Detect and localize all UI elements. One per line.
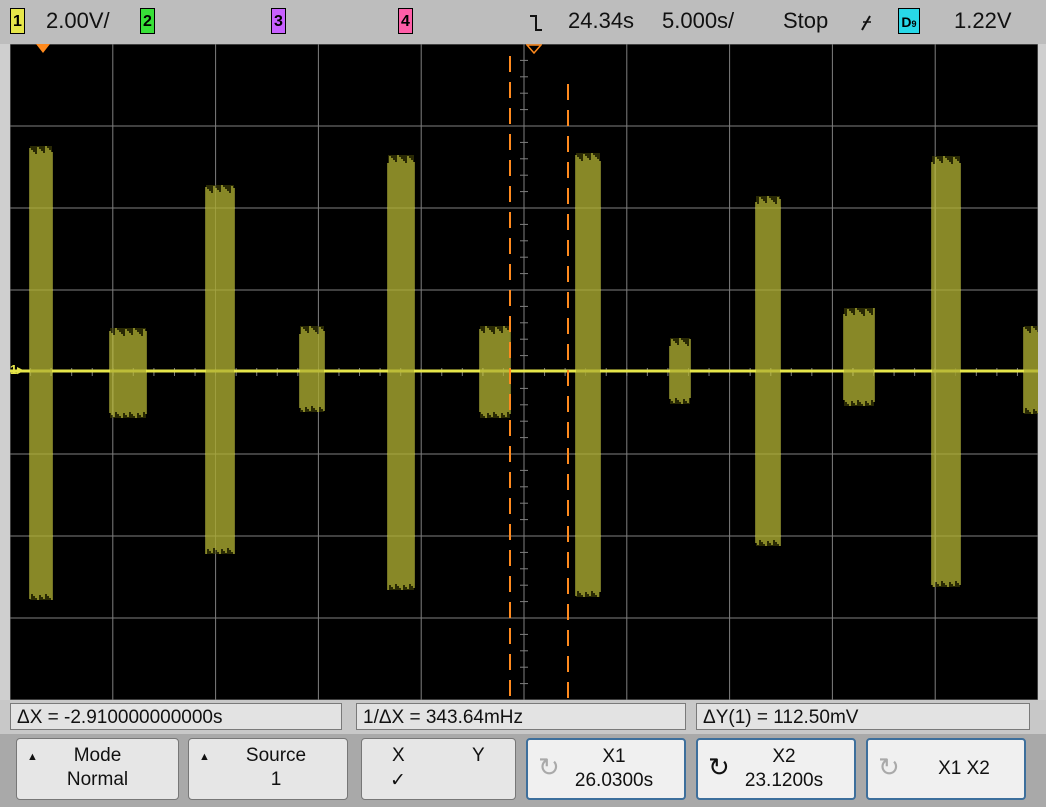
x2-softkey[interactable]: ↻ X2 23.1200s [696,738,856,800]
x1-value: 26.0300s [574,770,654,791]
channel-3-indicator[interactable]: 3 [271,8,286,34]
mode-softkey[interactable]: ▲ Mode Normal [16,738,179,800]
softkey-bar: ▲ Mode Normal ▲ Source 1 X Y ✓ ↻ X1 26.0… [0,734,1046,807]
x1-x2-softkey[interactable]: ↻ X1 X2 [866,738,1026,800]
scope-canvas [10,44,1038,700]
rising-slope-icon [861,15,871,31]
x2-label: X2 [772,746,796,767]
signal-burst [109,328,147,418]
signal-burst [205,185,235,554]
trigger-position-marker [36,44,50,53]
signal-burst [575,153,601,597]
mode-value: Normal [66,769,129,790]
xy-softkey[interactable]: X Y ✓ [361,738,516,800]
measurement-bar: ΔX = -2.910000000000s 1/ΔX = 343.64mHz Δ… [0,700,1046,734]
waveform-display[interactable]: 1▸ [10,44,1038,700]
source-softkey[interactable]: ▲ Source 1 [188,738,348,800]
signal-burst [1023,326,1038,414]
trigger-source-indicator[interactable]: D9 [898,8,920,34]
signal-burst [387,155,415,590]
x1-softkey[interactable]: ↻ X1 26.0300s [526,738,686,800]
run-state: Stop [783,8,829,33]
signal-burst [29,146,53,600]
status-bar: 1 2.00V/ 2 3 4 24.34s 5.000s/ Stop D9 1.… [0,0,1046,44]
signal-burst [299,326,325,412]
trigger-level: 1.22V [954,8,1012,33]
x2-value: 23.1200s [744,770,824,791]
signal-burst [755,196,781,546]
source-label: Source [245,745,307,766]
signal-burst [931,156,961,587]
channel-1-indicator[interactable]: 1 [10,8,25,34]
source-value: 1 [270,769,282,790]
falling-edge-icon [530,15,542,31]
inverse-delta-x-readout: 1/ΔX = 343.64mHz [356,703,686,730]
signal-burst [669,338,691,404]
x-label: X [392,745,405,766]
delay-marker [526,44,542,54]
y-label: Y [472,745,485,766]
channel-4-indicator[interactable]: 4 [398,8,413,34]
timebase: 5.000s/ [662,8,735,33]
signal-burst [843,308,875,406]
cursor-lines [509,56,569,700]
channel-2-indicator[interactable]: 2 [140,8,155,34]
channel-1-scale: 2.00V/ [46,8,110,33]
checkmark-icon: ✓ [390,770,406,791]
signal-burst [479,326,511,418]
x1-label: X1 [602,746,626,767]
delta-y-readout: ΔY(1) = 112.50mV [696,703,1030,730]
channel-1-ground-marker: 1▸ [10,362,24,377]
mode-label: Mode [73,745,122,766]
horizontal-delay: 24.34s [568,8,635,33]
x1-x2-label: X1 X2 [938,758,990,779]
delta-x-readout: ΔX = -2.910000000000s [10,703,342,730]
rotate-knob-icon: ↻ [878,752,900,782]
